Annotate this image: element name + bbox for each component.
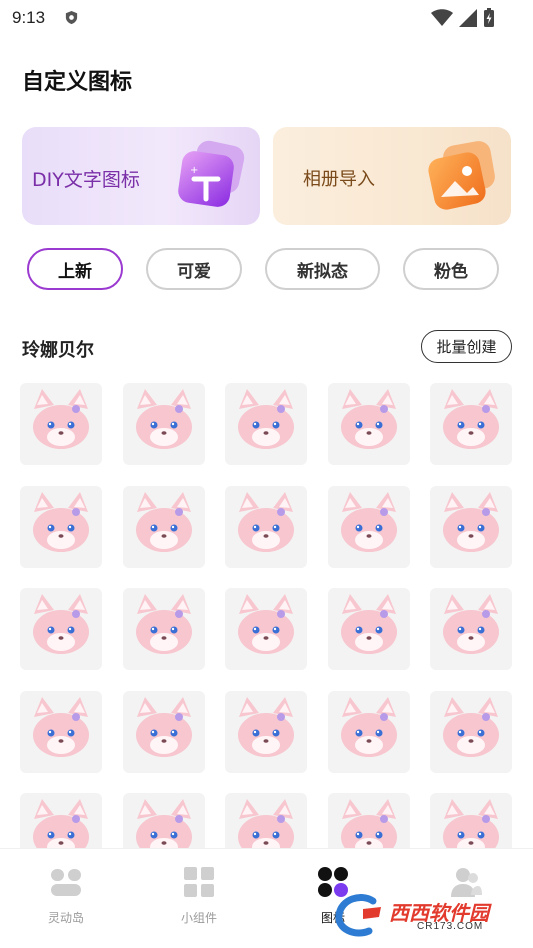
album-import-banner[interactable]: 相册导入 [273,127,511,225]
wifi-icon [431,9,453,26]
fox-character-icon [135,594,192,654]
watermark: 西西软件园 CR173.COM [333,893,513,938]
fox-character-icon [33,696,89,757]
banner-label: DIY文字图标 [32,169,140,191]
banner-label: 相册导入 [303,169,375,190]
page-title: 自定义图标 [22,70,133,95]
status-bar: 9:13 [0,0,533,36]
pen-icon[interactable] [122,383,205,465]
clock-icon[interactable] [225,383,307,465]
fox-character-icon [340,696,397,757]
mango-tv-icon[interactable] [20,690,102,773]
battery-icon [484,8,494,27]
watermark-url: CR173.COM [417,921,484,932]
game-icon[interactable] [225,588,307,670]
fox-character-icon [33,594,89,654]
kuaishou-icon[interactable] [225,690,307,773]
fox-character-icon [238,491,294,552]
fox-character-icon [135,389,192,449]
fox-character-icon [340,491,397,552]
fox-character-icon [443,696,499,757]
watermark-logo-icon [335,894,381,937]
notes-icon[interactable] [20,588,102,670]
category-chip-pink[interactable]: 粉色 [403,248,499,290]
bilibili-icon[interactable] [225,485,307,568]
svg-text:+: + [190,165,198,176]
fox-character-icon [135,491,192,552]
fox-character-icon [238,389,294,449]
wechat-icon[interactable] [430,485,512,568]
fox-character-icon [340,389,397,449]
widgets-icon [184,867,214,897]
fox-character-icon [33,491,89,552]
qq-icon[interactable] [20,485,102,568]
fox-character-icon [33,389,89,449]
netease-music-icon[interactable] [327,383,410,465]
book-icon[interactable] [20,383,102,465]
category-chip-neumorphic[interactable]: 新拟态 [265,248,380,290]
fox-character-icon [135,696,192,757]
memo-icon[interactable] [430,690,512,773]
dynamic-island-icon [51,869,81,896]
shield-icon [65,10,78,25]
batch-create-button[interactable]: 批量创建 [421,330,512,363]
nav-item-widgets[interactable]: 小组件 [159,865,239,926]
photo-import-icon [428,141,495,210]
fox-character-icon [238,594,294,654]
status-time: 9:13 [12,8,46,27]
rifle-icon[interactable] [327,588,410,670]
text-tool-icon: + [178,140,245,207]
douyin-icon[interactable] [327,485,410,568]
nav-item-dynamic-island[interactable]: 灵动岛 [26,865,106,926]
alipay-icon[interactable] [430,383,512,465]
iqiyi-icon[interactable] [122,485,205,568]
signal-icon [459,9,477,27]
radio-icon[interactable] [122,588,205,670]
nav-label: 小组件 [180,911,217,925]
photo-icon[interactable] [327,690,410,773]
fox-character-icon [443,594,499,654]
section-title: 玲娜贝尔 [22,340,94,361]
fox-character-icon [238,696,294,757]
fox-character-icon [443,491,499,552]
tencent-video-icon[interactable] [122,690,205,773]
fox-character-icon [443,389,499,449]
diy-text-icon-banner[interactable]: DIY文字图标 + [22,127,260,225]
weather-icon[interactable] [430,588,512,670]
category-chip-new[interactable]: 上新 [27,248,123,290]
category-chip-cute[interactable]: 可爱 [146,248,242,290]
nav-label: 灵动岛 [47,911,84,925]
fox-character-icon [340,594,397,654]
